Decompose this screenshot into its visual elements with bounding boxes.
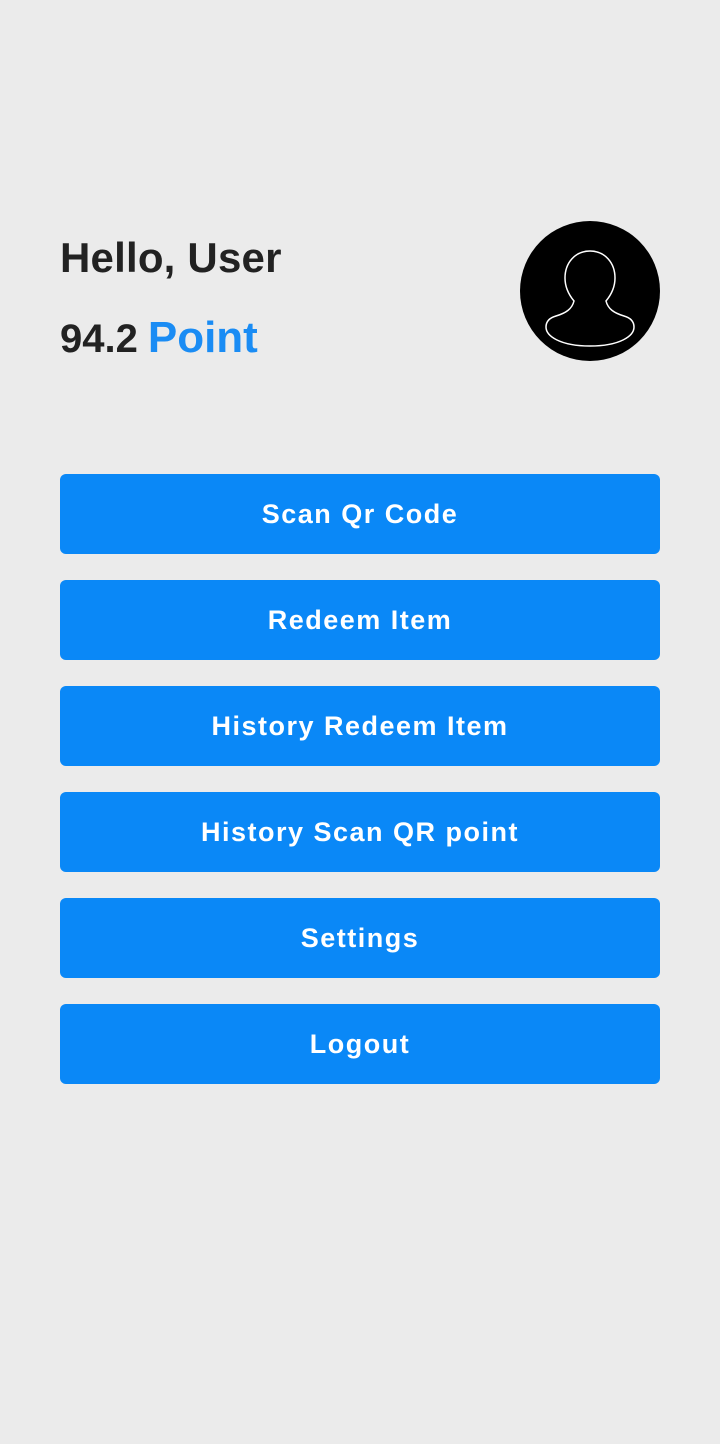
scan-qr-code-button[interactable]: Scan Qr Code <box>60 474 660 554</box>
history-scan-qr-point-button[interactable]: History Scan QR point <box>60 792 660 872</box>
history-redeem-item-button[interactable]: History Redeem Item <box>60 686 660 766</box>
logout-button[interactable]: Logout <box>60 1004 660 1084</box>
home-screen: Hello, User 94.2 Point Scan Qr Code Redee… <box>0 0 720 1444</box>
redeem-item-button[interactable]: Redeem Item <box>60 580 660 660</box>
points-summary: 94.2 Point <box>60 312 258 374</box>
points-unit-label: Point <box>147 313 258 362</box>
settings-button[interactable]: Settings <box>60 898 660 978</box>
main-menu: Scan Qr Code Redeem Item History Redeem … <box>60 474 660 1110</box>
greeting-text: Hello, User <box>60 234 282 281</box>
avatar-silhouette-icon <box>545 250 635 347</box>
points-value: 94.2 <box>60 317 138 361</box>
user-avatar-icon[interactable] <box>520 221 660 361</box>
